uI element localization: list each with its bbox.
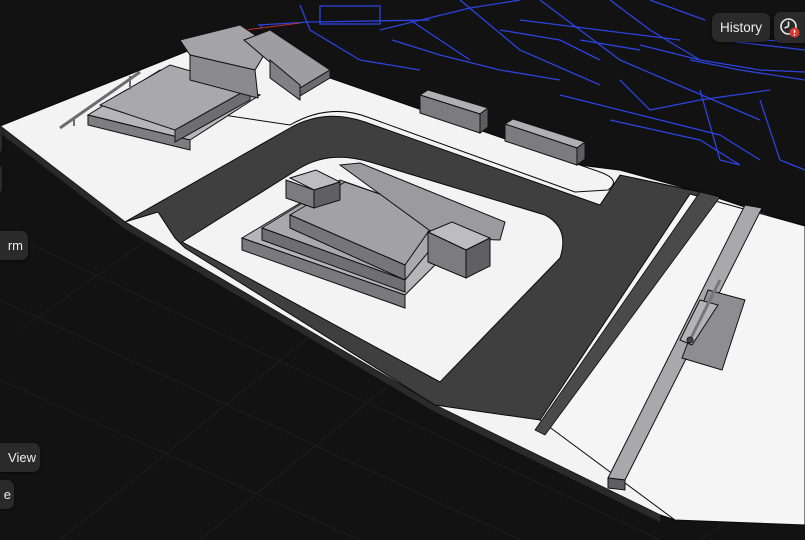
view-button[interactable]: View xyxy=(0,443,40,472)
origin-marker xyxy=(686,336,694,344)
left-panel-tab[interactable] xyxy=(0,125,2,153)
left-panel-tab[interactable] xyxy=(0,165,2,193)
history-button[interactable]: History xyxy=(712,13,771,42)
left-panel-button[interactable]: e xyxy=(0,480,14,509)
clock-button[interactable] xyxy=(774,12,805,43)
transform-button[interactable]: rm xyxy=(0,231,28,260)
clock-alert-icon xyxy=(780,18,800,38)
3d-viewport[interactable] xyxy=(0,0,805,540)
